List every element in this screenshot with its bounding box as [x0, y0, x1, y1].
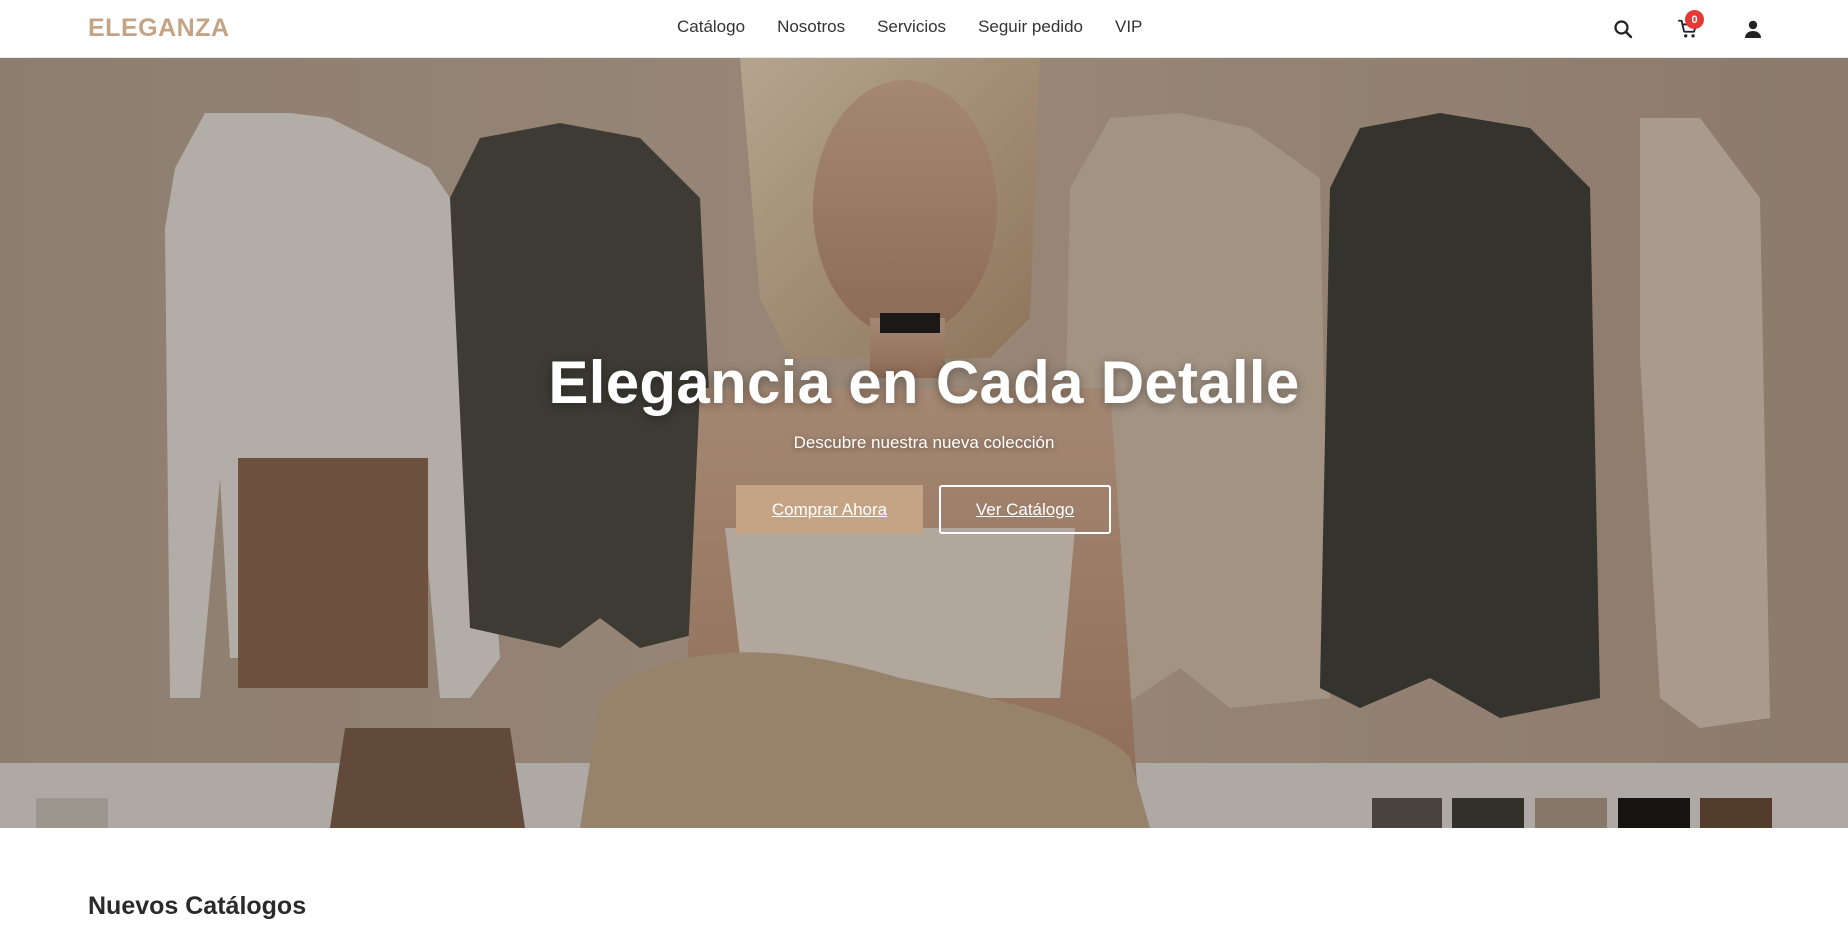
header-actions [0, 14, 1848, 44]
search-icon[interactable] [1608, 14, 1638, 44]
section-title-new-catalogs: Nuevos Catálogos [88, 892, 307, 920]
cart-count-badge: 0 [1685, 10, 1704, 29]
hero-banner: Elegancia en Cada Detalle Descubre nuest… [0, 58, 1848, 828]
hero-subtitle: Descubre nuestra nueva colección [793, 433, 1055, 452]
shop-now-button[interactable]: Comprar Ahora [736, 485, 923, 534]
site-header: ELEGANZA Catálogo Nosotros Servicios Seg… [0, 0, 1848, 58]
hero-content: Elegancia en Cada Detalle Descubre nuest… [0, 348, 1848, 453]
user-icon[interactable] [1738, 14, 1768, 44]
hero-title: Elegancia en Cada Detalle [548, 349, 1300, 416]
hero-actions: Comprar Ahora Ver Catálogo [0, 485, 1848, 535]
view-catalog-button[interactable]: Ver Catálogo [939, 485, 1111, 534]
